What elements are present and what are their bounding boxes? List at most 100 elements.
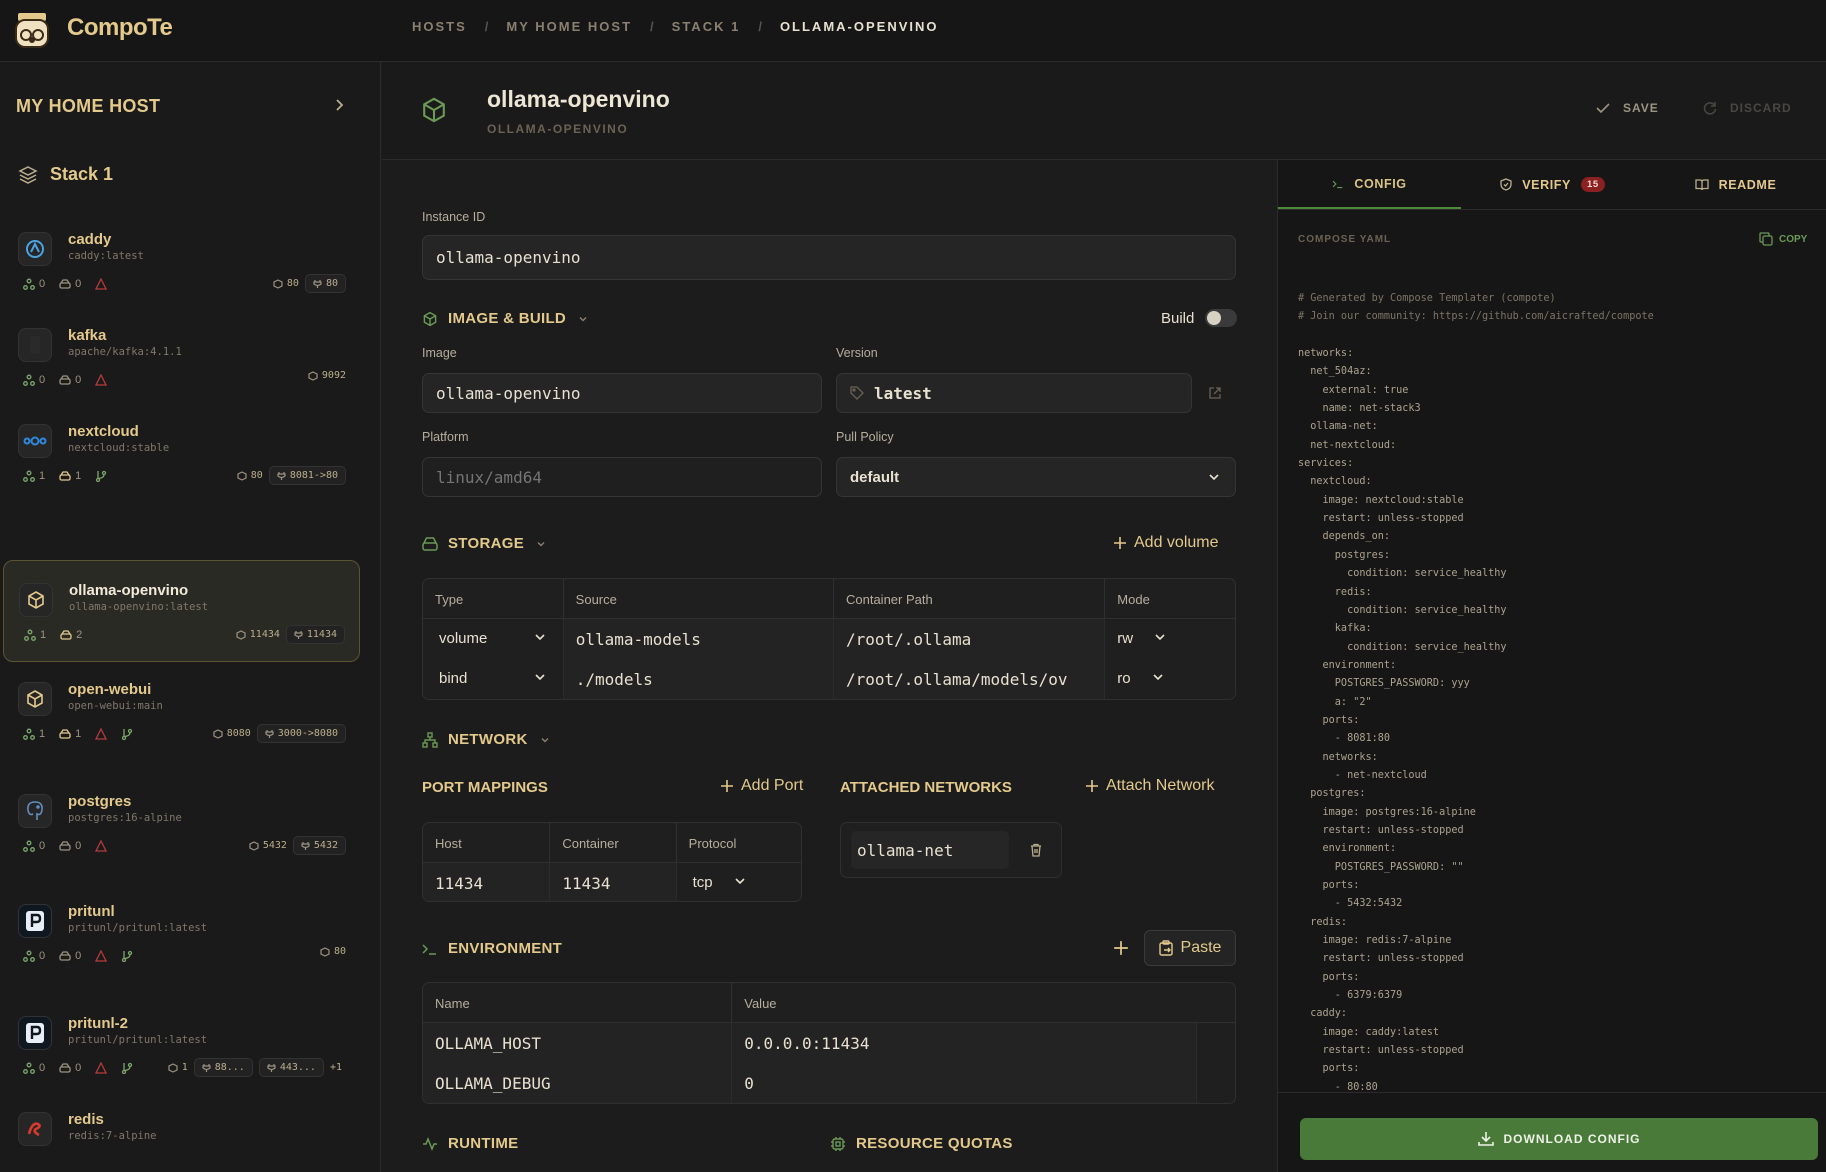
build-toggle[interactable] [1205,309,1237,327]
service-card-open-webui[interactable]: open-webui open-webui:main 1 1 8080 3000… [3,660,360,762]
yaml-line: postgres: [1298,788,1366,800]
check-icon [1596,103,1610,114]
instance-id-input[interactable]: ollama-openvino [422,235,1236,280]
port-icon [168,1062,178,1073]
mapped-port: 5432 [313,840,338,851]
service-name: redis [68,1111,104,1128]
exposed-port: 9092 [321,370,346,381]
section-storage[interactable]: STORAGE [422,535,546,552]
compose-yaml-code[interactable]: # Generated by Compose Templater (compot… [1298,290,1654,1097]
service-card-pritunl[interactable]: pritunl pritunl/pritunl:latest 0 0 80 [3,882,360,984]
yaml-line: - net-nextcloud [1298,769,1427,781]
service-name: caddy [68,231,112,248]
service-name: ollama-openvino [69,582,189,599]
attach-network-button[interactable]: Attach Network [1085,777,1214,795]
yaml-line: redis: [1298,916,1348,928]
volume-path-input[interactable]: /root/.ollama/models/ov [833,659,1106,699]
plug-icon [265,729,274,738]
chevron-down-icon [579,316,587,321]
volume-source-input[interactable]: ollama-models [563,619,834,659]
yaml-line: # Join our community: https://github.com… [1298,311,1654,323]
box-icon [420,96,448,124]
warning-icon [95,1062,108,1074]
env-value-input[interactable]: 0.0.0.0:11434 [732,1023,1198,1063]
yaml-line: POSTGRES_PASSWORD: yyy [1298,678,1470,690]
volume-path-input[interactable]: /root/.ollama [833,619,1106,659]
pull-policy-select[interactable]: default [836,457,1236,497]
external-link-icon[interactable] [1208,386,1222,400]
container-port-input[interactable]: 11434 [550,863,677,901]
pritunl-logo-icon [18,904,52,938]
trash-icon[interactable] [1029,843,1043,857]
panel-tabs: CONFIG VERIFY 15 README [1278,160,1826,210]
download-config-button[interactable]: DOWNLOAD CONFIG [1300,1118,1818,1160]
volume-type-select[interactable]: bind [423,659,564,699]
breadcrumb-host[interactable]: MY HOME HOST [506,19,632,34]
redis-logo-icon [18,1112,52,1146]
copy-button[interactable]: COPY [1759,232,1807,246]
section-runtime[interactable]: RUNTIME [422,1135,518,1152]
chevron-down-icon [735,878,745,885]
paste-button[interactable]: Paste [1144,930,1236,966]
paste-label: Paste [1180,939,1222,956]
tab-config[interactable]: CONFIG [1278,160,1461,209]
service-name: pritunl-2 [68,1015,128,1032]
network-icon [23,1062,35,1074]
git-branch-icon [122,728,133,740]
breadcrumb-hosts[interactable]: HOSTS [412,19,467,34]
stack-item[interactable]: Stack 1 [18,164,113,185]
exposed-port: 80 [286,278,299,289]
section-network[interactable]: NETWORK [422,731,550,748]
protocol-select[interactable]: tcp [676,863,801,901]
service-card-kafka[interactable]: kafka apache/kafka:4.1.1 0 0 9092 [3,306,360,408]
platform-input[interactable] [422,457,822,497]
plug-icon [202,1063,211,1072]
attach-network-label: Attach Network [1106,777,1215,794]
table-header: Name Value [423,983,1235,1023]
section-resource-quotas[interactable]: RESOURCE QUOTAS [830,1135,1013,1152]
volume-mode-select[interactable]: rw [1105,619,1235,659]
service-card-pritunl-2[interactable]: pritunl-2 pritunl/pritunl:latest 0 0 1 8… [3,994,360,1096]
version-input[interactable]: latest [836,373,1192,413]
yaml-line: ports: [1298,880,1360,891]
add-volume-button[interactable]: Add volume [1113,534,1219,552]
volume-mode-select[interactable]: ro [1105,659,1235,699]
tab-verify[interactable]: VERIFY 15 [1461,160,1644,209]
yaml-line: networks: [1298,751,1378,763]
service-card-redis[interactable]: redis redis:7-alpine [3,1090,360,1172]
chevron-right-icon[interactable] [332,98,346,112]
service-meta: 1 1 [23,728,133,740]
yaml-line: - 80:80 [1298,1081,1378,1093]
env-value-input[interactable]: 0 [732,1063,1198,1103]
yaml-line: image: postgres:16-alpine [1298,806,1476,818]
exposed-port: 11434 [249,629,280,640]
service-meta: 0 0 [23,950,133,962]
volume-type-select[interactable]: volume [423,619,564,659]
section-environment[interactable]: ENVIRONMENT [422,940,562,957]
volume-icon [60,630,72,640]
tab-label: README [1718,177,1777,192]
section-image-build[interactable]: IMAGE & BUILD [422,310,588,327]
env-name-input[interactable]: OLLAMA_HOST [423,1023,733,1063]
host-port-input[interactable]: 11434 [423,863,551,901]
save-button[interactable]: SAVE [1595,100,1659,116]
host-title[interactable]: MY HOME HOST [16,96,160,117]
compote-logo[interactable] [12,10,52,50]
yaml-line: ports: [1298,1063,1360,1075]
service-card-nextcloud[interactable]: nextcloud nextcloud:stable 1 1 80 8081->… [3,402,360,504]
service-card-postgres[interactable]: postgres postgres:16-alpine 0 0 5432 543… [3,772,360,874]
env-name-input[interactable]: OLLAMA_DEBUG [423,1063,733,1103]
service-card-ollama-openvino[interactable]: ollama-openvino ollama-openvino:latest 1… [3,560,360,662]
yaml-line: ollama-net: [1298,421,1378,433]
discard-button[interactable]: DISCARD [1702,100,1792,116]
tab-readme[interactable]: README [1644,160,1826,209]
volume-source-input[interactable]: ./models [563,659,834,699]
breadcrumb-stack[interactable]: STACK 1 [672,19,741,34]
version-label: Version [836,346,878,360]
image-input[interactable]: ollama-openvino [422,373,822,413]
add-port-button[interactable]: Add Port [720,777,803,795]
volume-type-value: bind [439,670,468,687]
yaml-line: condition: service_healthy [1298,568,1507,580]
service-card-caddy[interactable]: caddy caddy:latest 0 0 80 80 [3,210,360,312]
add-env-button[interactable] [1113,940,1129,956]
